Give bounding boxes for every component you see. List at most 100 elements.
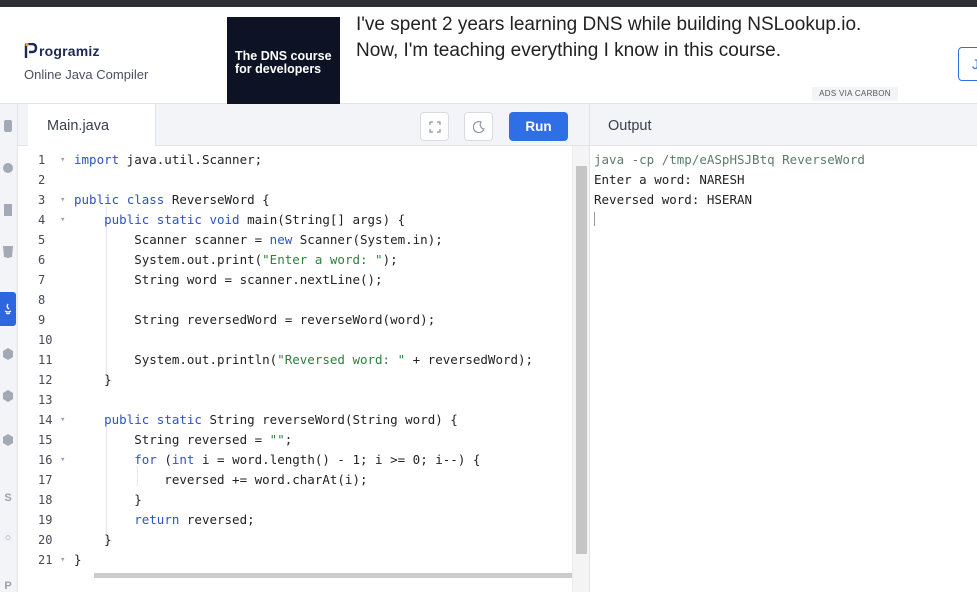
line-number: 9 (38, 313, 46, 327)
php-icon[interactable]: P (0, 574, 16, 598)
ad-image[interactable]: The DNS course for developers (227, 17, 340, 104)
fold-arrow-icon[interactable]: ▾ (60, 190, 65, 210)
html-icon[interactable] (0, 240, 16, 264)
code-line[interactable]: 12 } (18, 370, 572, 390)
line-number: 12 (38, 373, 53, 387)
code-line[interactable]: 9 String reversedWord = reverseWord(word… (18, 310, 572, 330)
line-number: 17 (38, 473, 53, 487)
code-line[interactable]: 17 reversed += word.charAt(i); (18, 470, 572, 490)
fold-arrow-icon[interactable]: ▾ (60, 410, 65, 430)
fold-arrow-icon[interactable]: ▾ (60, 150, 65, 170)
output-line: Reversed word: HSERAN (594, 192, 753, 207)
js-icon[interactable]: S (0, 486, 16, 510)
code-line[interactable]: 8 (18, 290, 572, 310)
output-console[interactable]: java -cp /tmp/eASpHSJBtq ReverseWord Ente… (589, 146, 977, 592)
code-text: } (74, 552, 82, 567)
ads-via-carbon[interactable]: ADS VIA CARBON (812, 87, 898, 101)
code-text: String word = scanner.nextLine(); (74, 272, 383, 287)
line-number: 6 (38, 253, 46, 267)
line-number: 5 (38, 233, 46, 247)
output-header: Output (589, 104, 977, 146)
java-icon[interactable] (0, 292, 16, 326)
brand-subtitle: Online Java Compiler (24, 67, 149, 82)
code-text: Scanner scanner = new Scanner(System.in)… (74, 232, 443, 247)
code-text: System.out.print("Enter a word: "); (74, 252, 398, 267)
code-text: import java.util.Scanner; (74, 152, 263, 167)
code-text: System.out.println("Reversed word: " + r… (74, 352, 534, 367)
line-number: 18 (38, 493, 53, 507)
line-number: 2 (38, 173, 46, 187)
code-line[interactable]: 20 } (18, 530, 572, 550)
code-line[interactable]: 10 (18, 330, 572, 350)
code-line[interactable]: 16 ▾ for (int i = word.length() - 1; i >=… (18, 450, 572, 470)
code-line[interactable]: 19 return reversed; (18, 510, 572, 530)
r-icon[interactable] (0, 156, 16, 180)
code-text: reversed += word.charAt(i); (74, 472, 368, 487)
line-number: 10 (38, 333, 53, 347)
line-number: 8 (38, 293, 46, 307)
code-line[interactable]: 6 System.out.print("Enter a word: "); (18, 250, 572, 270)
code-text: } (74, 372, 112, 387)
theme-toggle-button[interactable] (464, 112, 493, 141)
horizontal-scrollbar[interactable] (94, 573, 572, 578)
code-editor[interactable]: 1 ▾ import java.util.Scanner; 2 3 ▾ public cla… (18, 146, 572, 592)
scrollbar-thumb[interactable] (576, 166, 587, 554)
code-line[interactable]: 18 } (18, 490, 572, 510)
fullscreen-button[interactable] (420, 112, 449, 141)
sql-icon[interactable] (0, 198, 16, 222)
code-text: return reversed; (134, 512, 255, 527)
code-line[interactable]: 15 String reversed = ""; (18, 430, 572, 450)
line-number: 7 (38, 273, 46, 287)
fullscreen-icon (428, 120, 441, 133)
run-button[interactable]: Run (509, 112, 568, 141)
editor-vertical-scrollbar[interactable] (572, 146, 589, 592)
programiz-logo-icon (24, 43, 38, 58)
code-text: String reversedWord = reverseWord(word); (74, 312, 436, 327)
header-button[interactable]: J (958, 47, 977, 81)
top-dark-bar (0, 0, 977, 7)
code-line[interactable]: 21 ▾} (18, 550, 572, 570)
code-text: } (74, 492, 142, 507)
line-number: 19 (38, 513, 53, 527)
line-number: 15 (38, 433, 53, 447)
code-line[interactable]: 11 System.out.println("Reversed word: " … (18, 350, 572, 370)
code-line[interactable]: 14 ▾ public static String reverseWord(Str… (18, 410, 572, 430)
ad-image-line-2: for developers (235, 62, 322, 76)
code-text: String reversed = ""; (74, 432, 293, 447)
code-line[interactable]: 5 Scanner scanner = new Scanner(System.i… (18, 230, 572, 250)
fold-arrow-icon[interactable]: ▾ (60, 450, 65, 470)
code-line[interactable]: 1 ▾ import java.util.Scanner; (18, 150, 572, 170)
ad-text[interactable]: I've spent 2 years learning DNS while bu… (356, 12, 886, 64)
file-tab-main-java[interactable]: Main.java (28, 104, 156, 146)
header: rogramiz Online Java Compiler The DNS co… (0, 7, 977, 104)
code-line[interactable]: 3 ▾ public class ReverseWord { (18, 190, 572, 210)
code-line[interactable]: 2 (18, 170, 572, 190)
code-text: public class ReverseWord { (74, 192, 270, 207)
code-line[interactable]: 7 String word = scanner.nextLine(); (18, 270, 572, 290)
go-icon[interactable]: ○ (0, 526, 16, 550)
line-number: 11 (38, 353, 53, 367)
fold-arrow-icon[interactable]: ▾ (60, 210, 65, 230)
line-number: 13 (38, 393, 53, 407)
code-line[interactable]: 4 ▾ public static void main(String[] args… (18, 210, 572, 230)
editor-toolbar: Main.java Run (18, 104, 589, 146)
code-text: public static String reverseWord(String … (104, 412, 458, 427)
cpp-icon[interactable] (0, 384, 16, 408)
moon-icon (472, 120, 485, 133)
c-icon[interactable] (0, 342, 16, 366)
fold-arrow-icon[interactable]: ▾ (60, 550, 65, 570)
output-cursor (594, 212, 595, 226)
code-text: } (74, 532, 112, 547)
line-number: 20 (38, 533, 53, 547)
csharp-icon[interactable] (0, 428, 16, 452)
programiz-logo[interactable]: rogramiz Online Java Compiler (24, 43, 148, 82)
brand-name: rogramiz (39, 43, 100, 59)
output-title: Output (608, 118, 652, 134)
code-text: public static void main(String[] args) { (104, 212, 406, 227)
output-command-line: java -cp /tmp/eASpHSJBtq ReverseWord (594, 152, 865, 167)
output-line: Enter a word: NARESH (594, 172, 745, 187)
code-line[interactable]: 13 (18, 390, 572, 410)
python-icon[interactable] (0, 114, 16, 138)
code-text: for (int i = word.length() - 1; i >= 0; … (134, 452, 481, 467)
language-sidebar: S ○ P (0, 104, 18, 592)
